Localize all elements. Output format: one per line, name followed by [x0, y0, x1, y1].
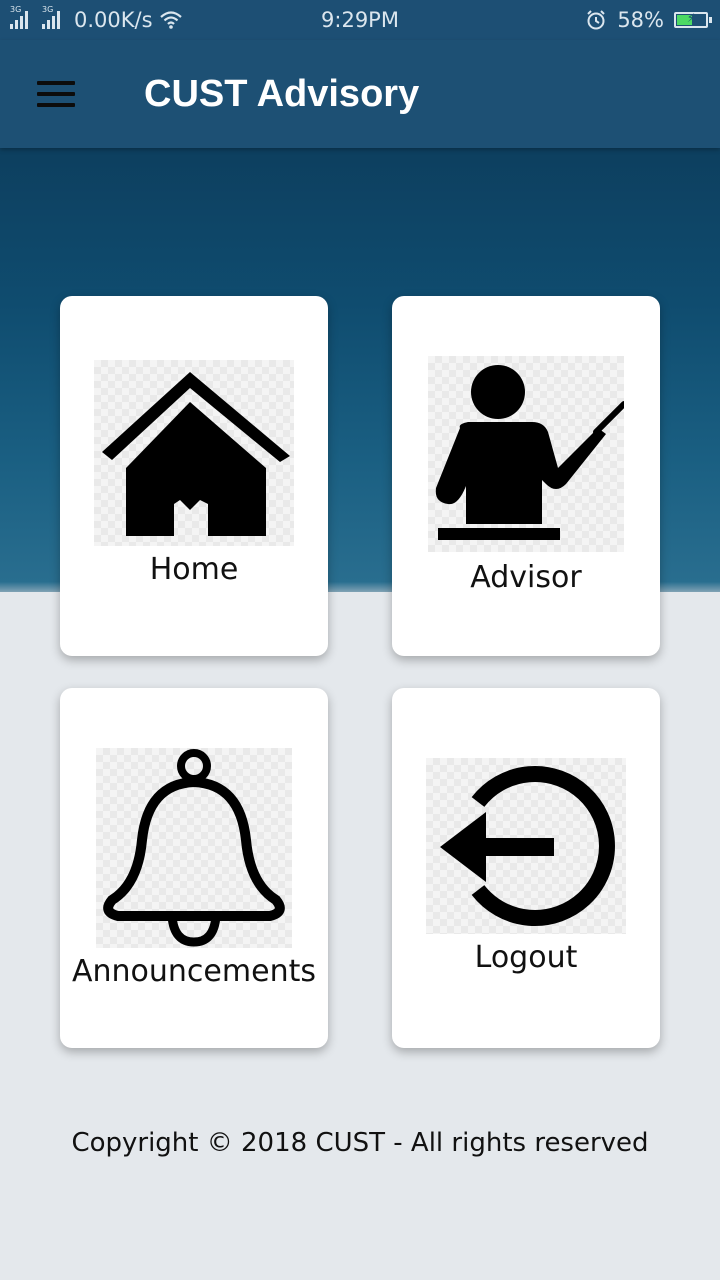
copyright-footer: Copyright © 2018 CUST - All rights reser… [71, 1128, 649, 1158]
announcements-label: Announcements [72, 954, 316, 989]
announcements-card[interactable]: Announcements [60, 688, 328, 1048]
status-bar: 3G 3G 0.00K/s 9:29PM 58% ⚡ [0, 0, 720, 40]
advisor-label: Advisor [470, 560, 582, 595]
menu-button[interactable] [24, 62, 88, 126]
signal-icon: 3G [42, 5, 68, 29]
app-title: CUST Advisory [144, 72, 420, 115]
house-icon [102, 372, 290, 536]
status-left: 3G 3G 0.00K/s [10, 0, 183, 40]
bell-icon [103, 749, 285, 947]
advisor-card[interactable]: Advisor [392, 296, 660, 656]
status-right: 58% ⚡ [585, 0, 712, 40]
teacher-pointer-icon [435, 365, 624, 540]
alarm-icon [587, 10, 606, 30]
app-bar: CUST Advisory [0, 40, 720, 148]
battery-percent: 58% [617, 8, 664, 32]
bell-icon [96, 748, 292, 948]
network-type-label: 3G [10, 5, 22, 14]
house-icon [94, 360, 294, 546]
logout-arrow-icon [440, 766, 615, 926]
wifi-icon [159, 11, 182, 29]
network-speed: 0.00K/s [74, 8, 153, 32]
clock: 9:29PM [321, 8, 399, 32]
home-label: Home [149, 552, 239, 587]
hamburger-menu-icon [37, 92, 75, 96]
screen: 3G 3G 0.00K/s 9:29PM 58% ⚡ CUST Advisory… [0, 0, 720, 1280]
logout-label: Logout [474, 940, 578, 975]
home-card[interactable]: Home [60, 296, 328, 656]
network-type-label: 3G [42, 5, 54, 14]
hamburger-menu-icon [37, 81, 75, 85]
teacher-pointer-icon [428, 356, 624, 552]
logout-card[interactable]: Logout [392, 688, 660, 1048]
signal-icon: 3G [10, 5, 36, 29]
hamburger-menu-icon [37, 103, 75, 107]
logout-arrow-icon [426, 758, 626, 934]
charging-bolt-icon: ⚡ [686, 11, 696, 25]
battery-icon: ⚡ [674, 11, 712, 28]
